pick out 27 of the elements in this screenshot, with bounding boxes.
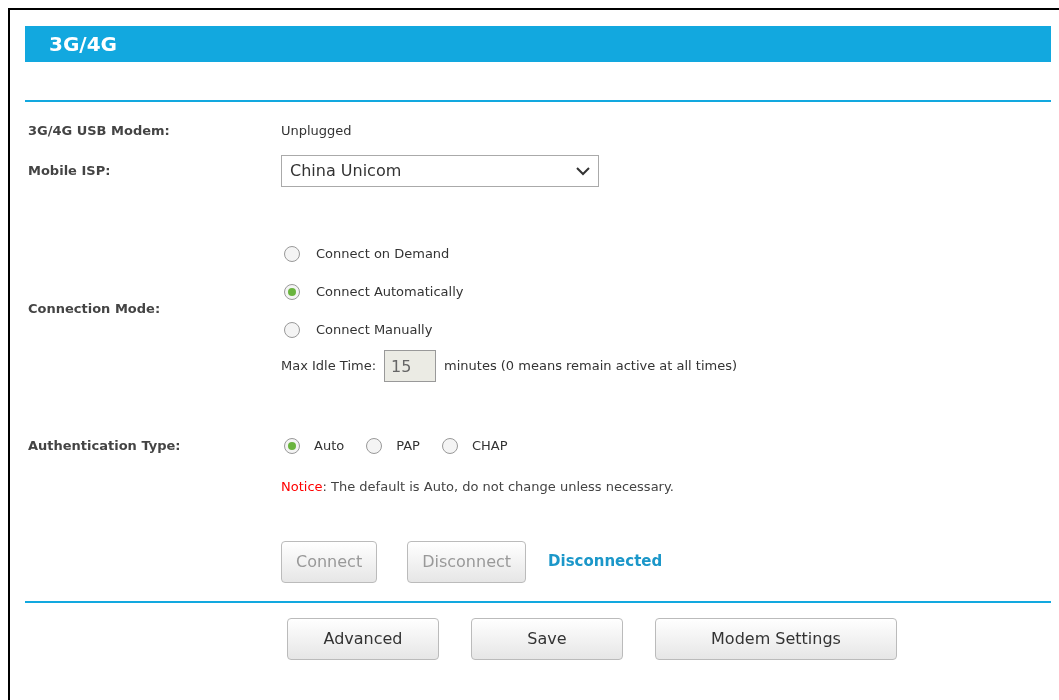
radio-button[interactable] — [284, 322, 300, 338]
caret-icon — [576, 166, 590, 176]
option-label: PAP — [396, 437, 420, 456]
connection-status: Disconnected — [548, 551, 663, 573]
radio-button[interactable] — [284, 438, 300, 454]
action-button[interactable]: Modem Settings — [655, 617, 897, 660]
option-label: Connect Automatically — [316, 283, 464, 302]
field-label: 3G/4G USB Modem: — [27, 122, 171, 141]
radio-button[interactable] — [284, 246, 300, 262]
option-label: CHAP — [471, 437, 508, 456]
radio-button[interactable] — [441, 438, 458, 454]
field-label: Authentication Type: — [27, 437, 182, 456]
radio-button[interactable] — [284, 284, 300, 300]
isp-dropdown[interactable]: China Unicom — [281, 155, 599, 187]
field-hint: minutes (0 means remain active at all times) — [444, 357, 738, 376]
option-label: Connect Manually — [316, 321, 433, 340]
radio-button[interactable] — [366, 438, 383, 454]
field-label: Connection Mode: — [27, 300, 162, 319]
action-button[interactable]: Save — [471, 617, 623, 660]
notice-text: Notice: The default is Auto, do not change unless necessary. — [281, 478, 675, 496]
field-label: Max Idle Time: — [281, 357, 377, 376]
field-label: Mobile ISP: — [27, 162, 112, 181]
status-value: Unplugged — [281, 122, 352, 141]
option-label: Connect on Demand — [316, 245, 450, 264]
action-button[interactable]: Advanced — [287, 617, 439, 660]
option-label: Auto — [314, 437, 345, 456]
page-title: 3G/4G — [49, 31, 117, 58]
